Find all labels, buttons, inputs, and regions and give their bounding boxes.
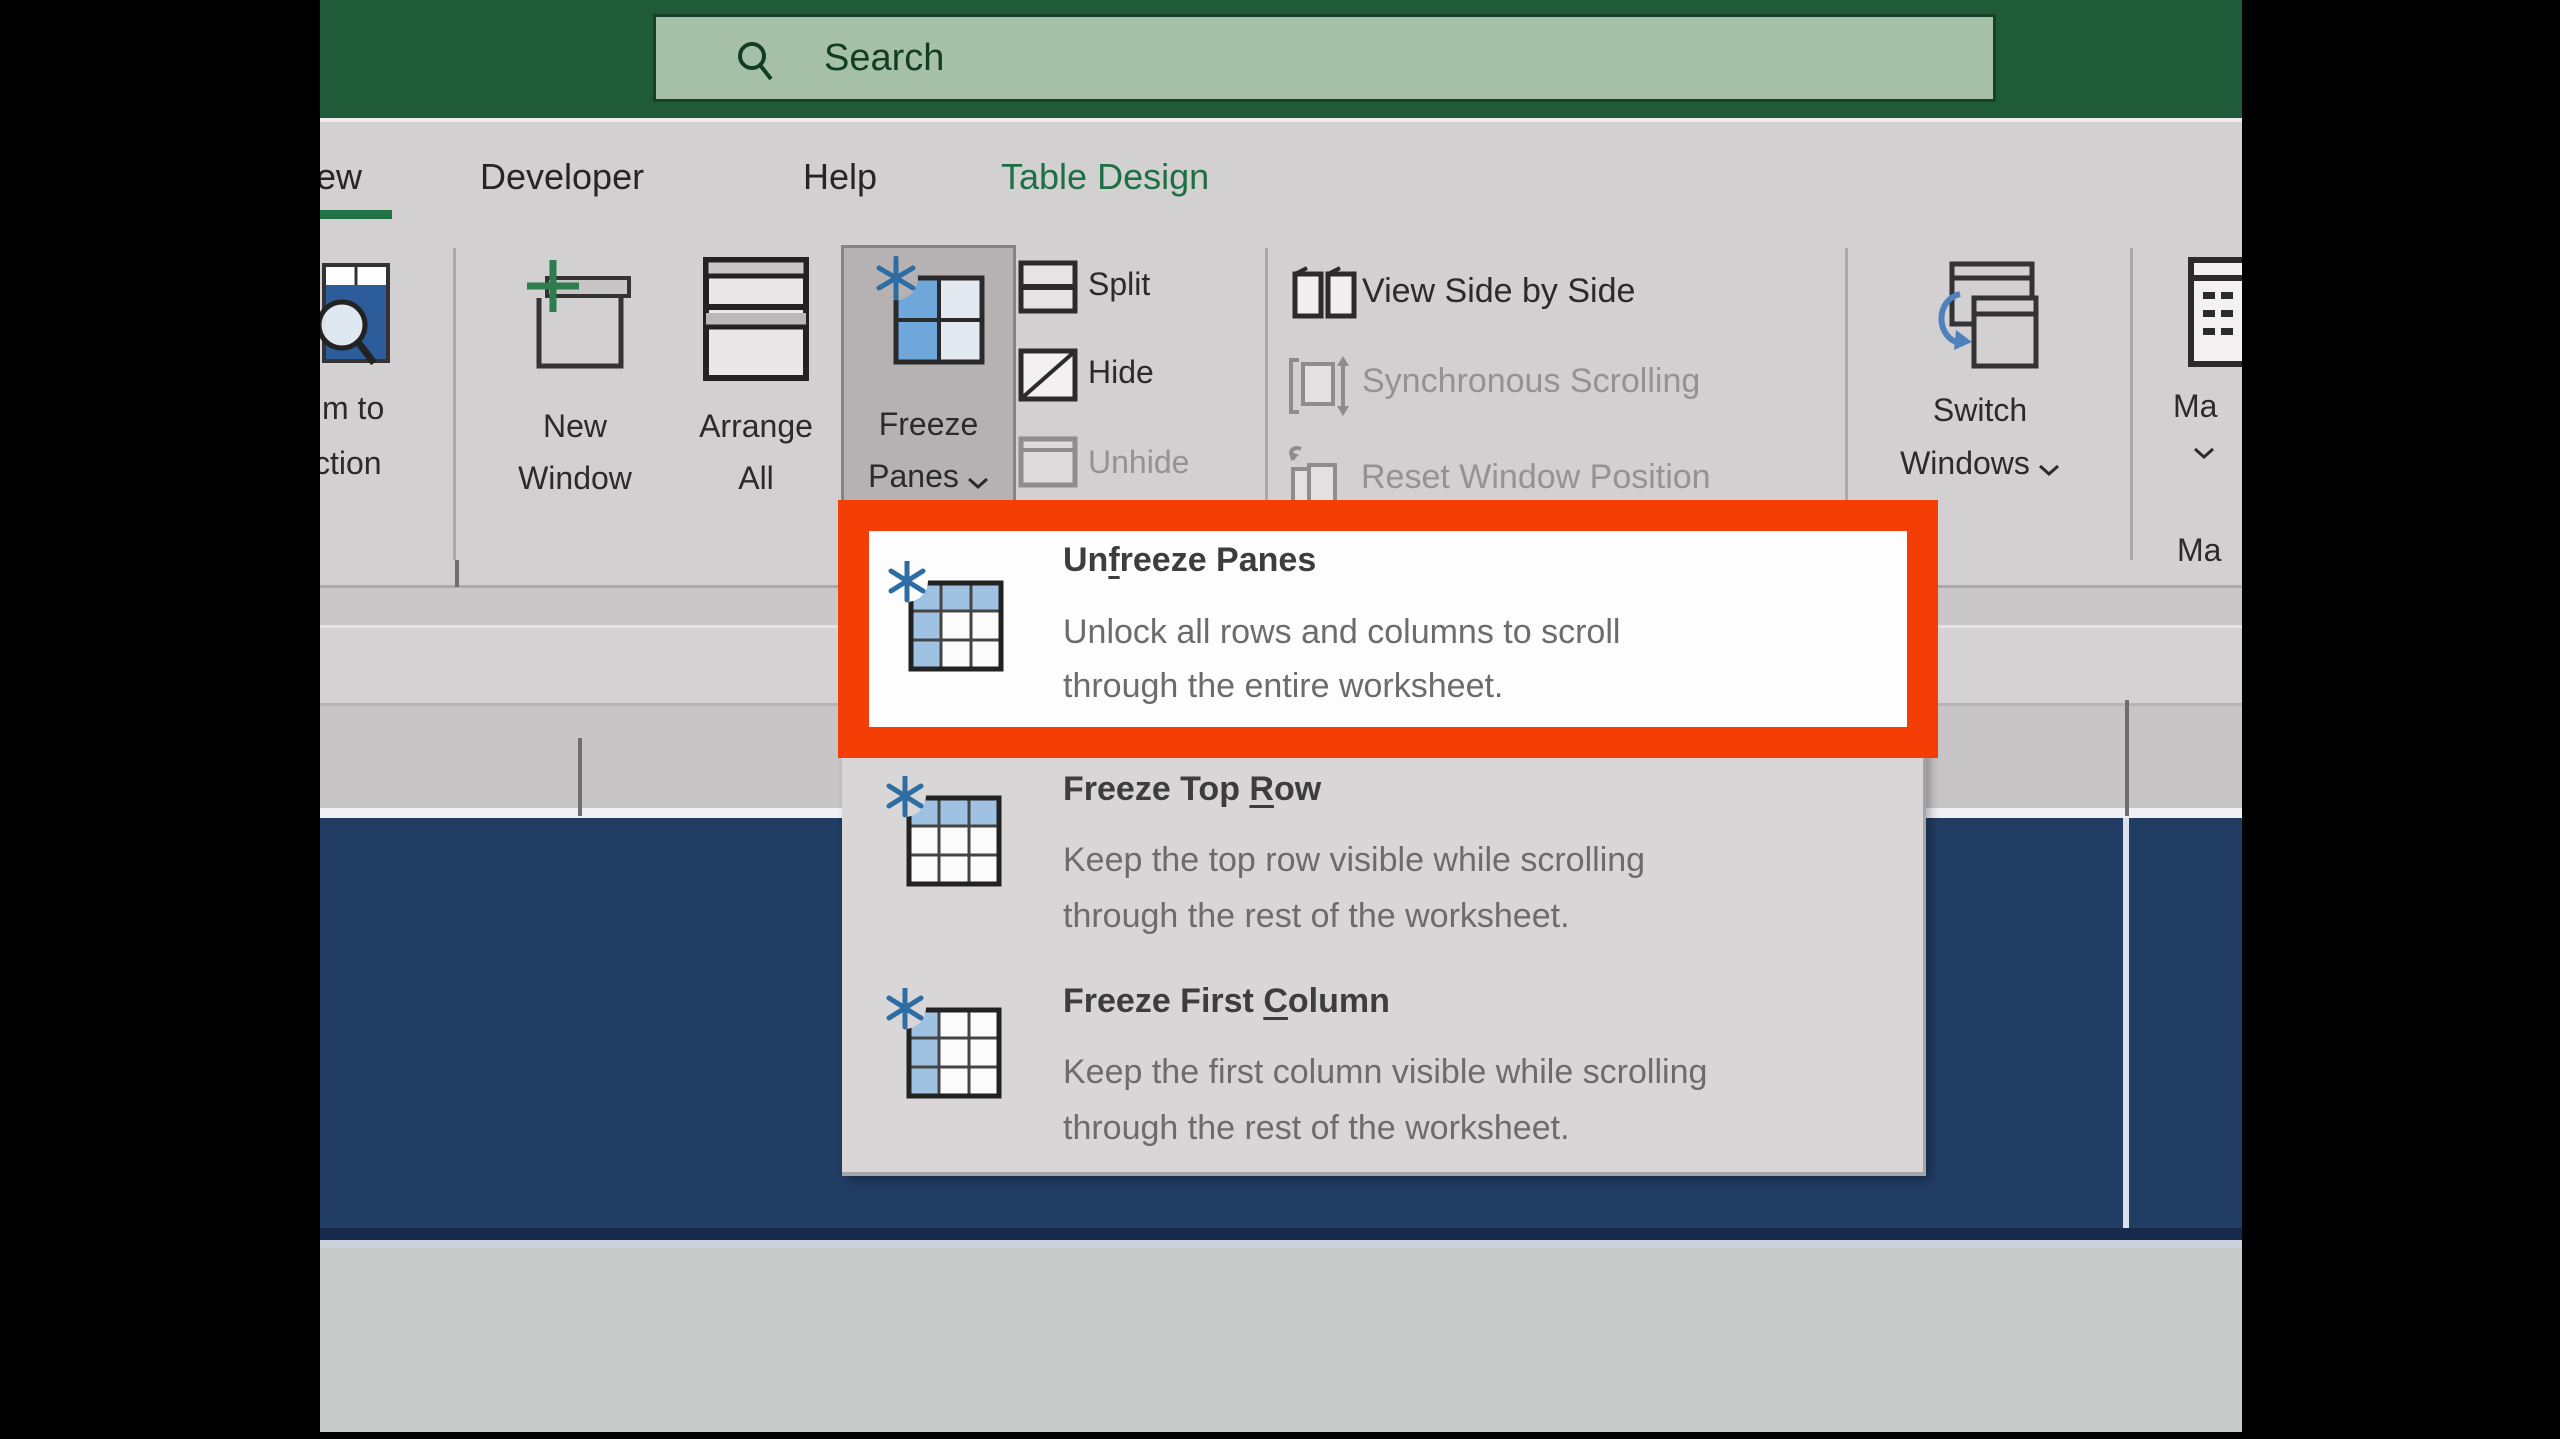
switch-windows-label-line1: Switch (1932, 392, 2028, 428)
screenshot-canvas: Search ew Developer Help Table Design m … (0, 0, 2560, 1439)
tab-help[interactable]: Help (803, 156, 877, 198)
freeze-top-row-icon (883, 776, 1005, 888)
macros-label-partial: Ma (2173, 388, 2218, 424)
chevron-down-icon (967, 476, 989, 490)
new-window-label-line2: Window (518, 460, 632, 496)
ribbon-separator (453, 248, 456, 560)
chevron-down-icon (2038, 463, 2060, 477)
hide-label: Hide (1088, 354, 1154, 390)
menu-item-unfreeze-panes[interactable]: Unfreeze Panes Unlock all rows and colum… (869, 531, 1907, 727)
column-separator-tick (578, 738, 582, 816)
zoom-to-selection-button[interactable]: m to ction (320, 255, 448, 495)
switch-windows-button[interactable]: Switch Windows (1890, 250, 2070, 500)
arrange-all-label-line2: All (738, 460, 774, 496)
menu-item-description: Keep the first column visible while scro… (1063, 1053, 1708, 1147)
search-input[interactable]: Search (653, 14, 1996, 102)
hide-icon (1018, 348, 1078, 402)
worksheet-bottom-line (320, 1240, 2242, 1248)
freeze-first-column-icon (883, 988, 1005, 1100)
bottom-margin (320, 1248, 2242, 1432)
freeze-panes-label-line2: Panes (868, 458, 959, 494)
freeze-panes-button[interactable]: Freeze Panes (841, 245, 1016, 503)
search-icon (734, 39, 778, 83)
tab-table-design[interactable]: Table Design (1001, 156, 1209, 198)
macros-group-label-partial: Ma (2177, 532, 2222, 568)
switch-windows-label-line2: Windows (1900, 445, 2030, 481)
macros-icon (2187, 256, 2242, 368)
menu-item-description: Unlock all rows and columns to scroll th… (1063, 613, 1621, 705)
reset-window-position-label: Reset Window Position (1361, 458, 1711, 496)
worksheet-gridline (2123, 818, 2129, 1240)
unfreeze-panes-icon (885, 561, 1007, 673)
freeze-panes-label-line1: Freeze (878, 406, 979, 442)
tab-view-partial[interactable]: ew (320, 156, 362, 198)
unhide-label: Unhide (1088, 444, 1190, 480)
video-frame: Search ew Developer Help Table Design m … (320, 0, 2242, 1439)
view-side-by-side-icon (1291, 266, 1359, 324)
split-icon (1018, 260, 1078, 314)
unhide-button: Unhide (1018, 434, 1258, 496)
highlight-box: Unfreeze Panes Unlock all rows and colum… (838, 500, 1938, 758)
menu-item-freeze-first-column[interactable]: Freeze First Column Keep the first colum… (842, 982, 1923, 1172)
menu-item-title: Freeze Top Row (1063, 770, 1322, 808)
arrange-all-button[interactable]: Arrange All (686, 245, 826, 515)
freeze-panes-icon (872, 256, 987, 371)
macros-button[interactable]: Ma Ma (2173, 250, 2242, 580)
new-window-label-line1: New (542, 408, 607, 444)
zoom-to-selection-icon (320, 261, 402, 381)
view-side-by-side-label: View Side by Side (1362, 272, 1636, 310)
active-tab-underline (320, 210, 392, 219)
arrange-all-icon (701, 255, 811, 383)
arrange-all-label-line1: Arrange (699, 408, 813, 444)
view-side-by-side-button[interactable]: View Side by Side (1288, 264, 1848, 328)
split-button[interactable]: Split (1018, 258, 1258, 320)
synchronous-scrolling-label: Synchronous Scrolling (1362, 362, 1701, 400)
tab-developer[interactable]: Developer (480, 156, 644, 198)
menu-item-description: Keep the top row visible while scrolling… (1063, 841, 1646, 935)
menu-item-freeze-top-row[interactable]: Freeze Top Row Keep the top row visible … (842, 766, 1923, 956)
new-window-icon (517, 250, 637, 370)
menu-item-title: Freeze First Column (1063, 982, 1390, 1020)
unhide-icon (1018, 436, 1078, 488)
new-window-button[interactable]: New Window (485, 245, 665, 515)
menu-item-title: Unfreeze Panes (1063, 541, 1317, 579)
hide-button[interactable]: Hide (1018, 346, 1258, 408)
synchronous-scrolling-button: Synchronous Scrolling (1285, 352, 1845, 420)
switch-windows-icon (1920, 258, 2042, 374)
worksheet-bottom-shade (320, 1228, 2242, 1240)
column-separator-tick (2125, 700, 2129, 816)
zoom-to-selection-label-line1: m to (322, 390, 385, 426)
chevron-down-icon (2193, 446, 2215, 460)
separator-tick (455, 560, 459, 587)
ribbon-separator (2130, 248, 2133, 560)
split-label: Split (1088, 266, 1151, 302)
zoom-to-selection-label-line2: ction (320, 445, 382, 481)
search-placeholder: Search (824, 37, 945, 79)
synchronous-scrolling-icon (1285, 354, 1355, 418)
bottom-black-strip (320, 1432, 2242, 1439)
